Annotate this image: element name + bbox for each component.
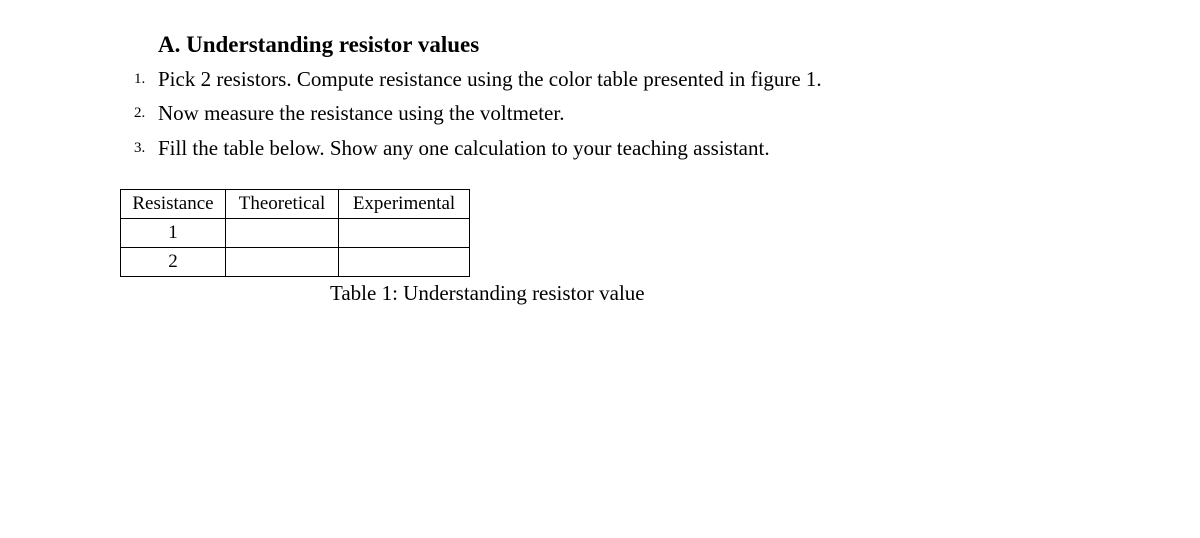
header-experimental: Experimental [339, 190, 470, 219]
table-area: Resistance Theoretical Experimental 1 2 … [120, 189, 1080, 306]
section-title: A. Understanding resistor values [158, 32, 1080, 58]
step-item: Fill the table below. Show any one calcu… [158, 133, 1080, 163]
step-item: Pick 2 resistors. Compute resistance usi… [158, 64, 1080, 94]
table-row: 1 [121, 219, 470, 248]
cell-theoretical [226, 219, 339, 248]
header-theoretical: Theoretical [226, 190, 339, 219]
cell-label: 2 [121, 248, 226, 277]
step-item: Now measure the resistance using the vol… [158, 98, 1080, 128]
cell-experimental [339, 219, 470, 248]
document-content: A. Understanding resistor values Pick 2 … [0, 0, 1200, 306]
cell-label: 1 [121, 219, 226, 248]
resistor-table: Resistance Theoretical Experimental 1 2 [120, 189, 470, 277]
header-resistance: Resistance [121, 190, 226, 219]
table-header-row: Resistance Theoretical Experimental [121, 190, 470, 219]
steps-list: Pick 2 resistors. Compute resistance usi… [120, 64, 1080, 163]
cell-theoretical [226, 248, 339, 277]
table-row: 2 [121, 248, 470, 277]
table-caption: Table 1: Understanding resistor value [330, 281, 1080, 306]
cell-experimental [339, 248, 470, 277]
